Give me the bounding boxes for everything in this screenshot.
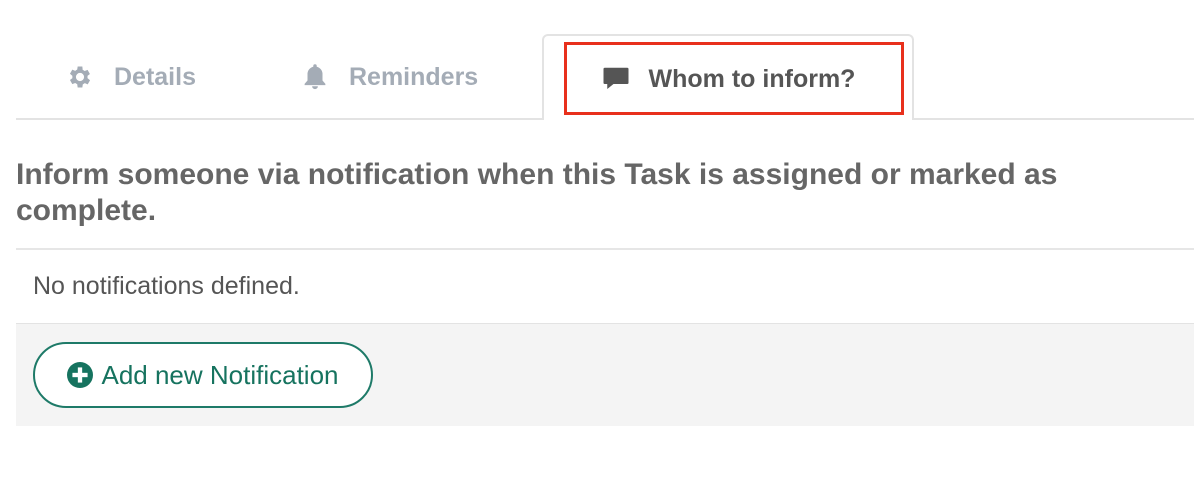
empty-state-text: No notifications defined. (33, 272, 300, 300)
tab-whom-to-inform[interactable]: Whom to inform? (542, 34, 914, 120)
tab-details[interactable]: Details (66, 36, 226, 118)
add-notification-button[interactable]: Add new Notification (33, 342, 373, 408)
plus-circle-icon (67, 362, 94, 388)
gear-icon (66, 63, 94, 91)
tab-reminders-label: Reminders (349, 62, 479, 91)
tab-details-label: Details (114, 62, 196, 91)
add-notification-label: Add new Notification (101, 359, 339, 390)
bell-icon (301, 62, 329, 92)
tab-bar: Details Reminders Whom to inform? (16, 0, 1194, 120)
tab-whom-to-inform-label: Whom to inform? (648, 64, 856, 93)
divider (16, 248, 1194, 250)
comment-icon (601, 64, 631, 94)
page-heading: Inform someone via notification when thi… (16, 158, 1058, 227)
tab-reminders[interactable]: Reminders (301, 36, 511, 118)
action-footer: Add new Notification (16, 323, 1194, 426)
